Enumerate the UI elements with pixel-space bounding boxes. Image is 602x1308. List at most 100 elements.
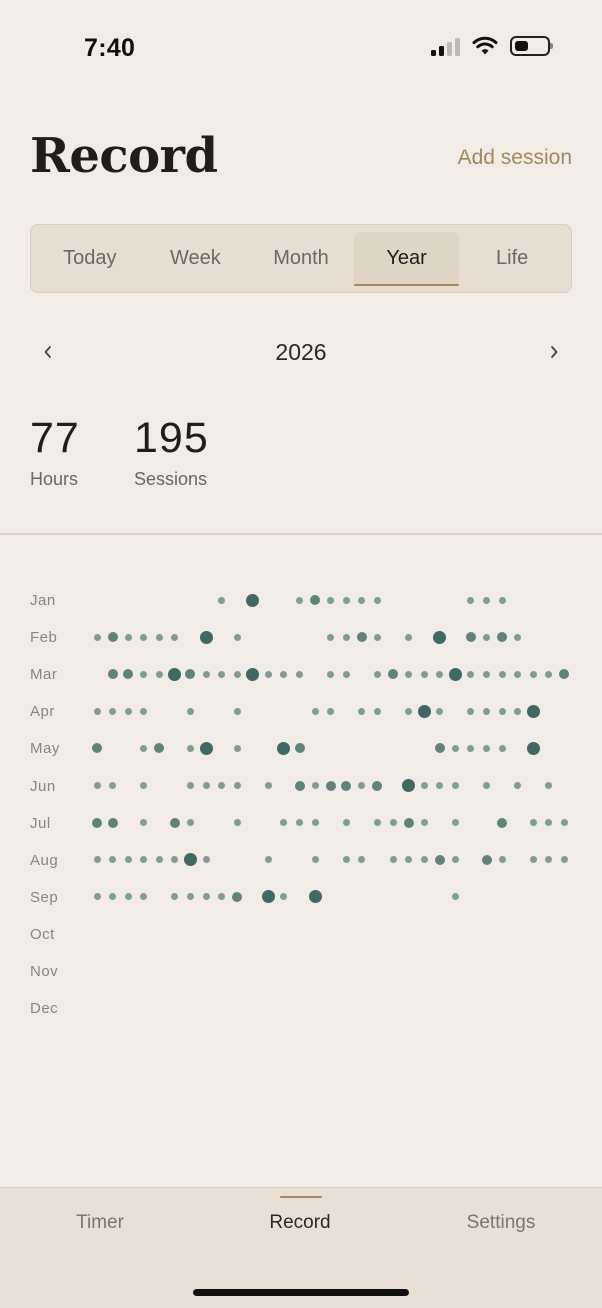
day-dot[interactable] <box>186 707 194 715</box>
day-dot[interactable] <box>109 782 117 789</box>
day-dot[interactable] <box>373 596 381 604</box>
day-dot[interactable] <box>202 670 210 678</box>
tab-settings[interactable]: Settings <box>421 1212 581 1234</box>
day-dot[interactable] <box>514 670 522 678</box>
day-dot[interactable] <box>124 856 132 864</box>
day-dot[interactable] <box>107 817 118 828</box>
day-dot[interactable] <box>93 856 101 864</box>
day-dot[interactable] <box>405 670 413 678</box>
day-dot[interactable] <box>311 707 319 715</box>
day-dot[interactable] <box>358 707 366 715</box>
day-dot[interactable] <box>233 707 241 715</box>
day-dot[interactable] <box>93 782 101 789</box>
day-dot[interactable] <box>311 819 319 827</box>
day-dot[interactable] <box>403 817 414 828</box>
day-dot[interactable] <box>140 670 148 678</box>
day-dot[interactable] <box>420 856 428 864</box>
day-dot[interactable] <box>140 782 148 789</box>
day-dot[interactable] <box>358 856 366 864</box>
day-dot[interactable] <box>294 780 305 791</box>
segment-week[interactable]: Week <box>143 232 249 286</box>
day-dot[interactable] <box>483 707 490 715</box>
day-dot[interactable] <box>497 632 508 643</box>
day-dot[interactable] <box>311 856 319 864</box>
day-dot[interactable] <box>294 743 305 754</box>
day-dot[interactable] <box>526 704 540 718</box>
day-dot[interactable] <box>342 819 350 827</box>
day-dot[interactable] <box>140 633 148 641</box>
day-dot[interactable] <box>514 707 522 715</box>
day-dot[interactable] <box>498 707 506 715</box>
day-dot[interactable] <box>389 819 397 827</box>
day-dot[interactable] <box>402 779 416 792</box>
day-dot[interactable] <box>186 744 194 752</box>
day-dot[interactable] <box>434 743 445 754</box>
day-dot[interactable] <box>483 782 490 789</box>
day-dot[interactable] <box>451 782 459 789</box>
day-dot[interactable] <box>373 707 381 715</box>
day-dot[interactable] <box>327 670 335 678</box>
day-dot[interactable] <box>171 633 179 641</box>
day-dot[interactable] <box>405 633 413 641</box>
day-dot[interactable] <box>308 890 322 904</box>
day-dot[interactable] <box>233 633 241 641</box>
day-dot[interactable] <box>140 744 148 752</box>
day-dot[interactable] <box>296 596 304 604</box>
day-dot[interactable] <box>169 817 180 828</box>
segment-life[interactable]: Life <box>459 232 565 286</box>
day-dot[interactable] <box>155 856 163 864</box>
day-dot[interactable] <box>526 741 540 755</box>
day-dot[interactable] <box>388 669 399 680</box>
day-dot[interactable] <box>218 670 226 678</box>
day-dot[interactable] <box>420 782 428 789</box>
day-dot[interactable] <box>327 596 335 604</box>
day-dot[interactable] <box>529 819 537 827</box>
day-dot[interactable] <box>310 595 321 605</box>
day-dot[interactable] <box>405 856 413 864</box>
day-dot[interactable] <box>467 707 475 715</box>
day-dot[interactable] <box>183 853 197 867</box>
day-dot[interactable] <box>233 819 241 827</box>
day-dot[interactable] <box>529 856 537 864</box>
day-dot[interactable] <box>168 667 182 681</box>
day-dot[interactable] <box>109 893 117 901</box>
day-dot[interactable] <box>559 669 570 680</box>
day-dot[interactable] <box>451 856 459 864</box>
day-dot[interactable] <box>233 670 241 678</box>
day-dot[interactable] <box>218 893 226 901</box>
day-dot[interactable] <box>498 744 506 752</box>
day-dot[interactable] <box>327 633 335 641</box>
day-dot[interactable] <box>93 707 101 715</box>
day-dot[interactable] <box>327 707 335 715</box>
day-dot[interactable] <box>417 704 431 718</box>
day-dot[interactable] <box>373 670 381 678</box>
day-dot[interactable] <box>483 670 490 678</box>
day-dot[interactable] <box>93 633 101 641</box>
segment-month[interactable]: Month <box>248 232 354 286</box>
day-dot[interactable] <box>373 633 381 641</box>
day-dot[interactable] <box>296 670 304 678</box>
day-dot[interactable] <box>280 670 288 678</box>
day-dot[interactable] <box>560 819 568 827</box>
day-dot[interactable] <box>186 782 194 789</box>
day-dot[interactable] <box>199 741 213 755</box>
day-dot[interactable] <box>218 596 226 604</box>
day-dot[interactable] <box>277 741 291 755</box>
day-dot[interactable] <box>514 633 522 641</box>
day-dot[interactable] <box>451 893 459 901</box>
day-dot[interactable] <box>373 819 381 827</box>
day-dot[interactable] <box>199 630 213 644</box>
day-dot[interactable] <box>514 782 522 789</box>
day-dot[interactable] <box>264 782 272 789</box>
day-dot[interactable] <box>202 893 210 901</box>
day-dot[interactable] <box>342 633 350 641</box>
day-dot[interactable] <box>545 856 553 864</box>
day-dot[interactable] <box>246 593 260 607</box>
day-dot[interactable] <box>140 707 148 715</box>
day-dot[interactable] <box>171 856 179 864</box>
day-dot[interactable] <box>433 630 447 644</box>
day-dot[interactable] <box>140 856 148 864</box>
day-dot[interactable] <box>341 780 352 791</box>
day-dot[interactable] <box>155 633 163 641</box>
day-dot[interactable] <box>465 632 476 643</box>
